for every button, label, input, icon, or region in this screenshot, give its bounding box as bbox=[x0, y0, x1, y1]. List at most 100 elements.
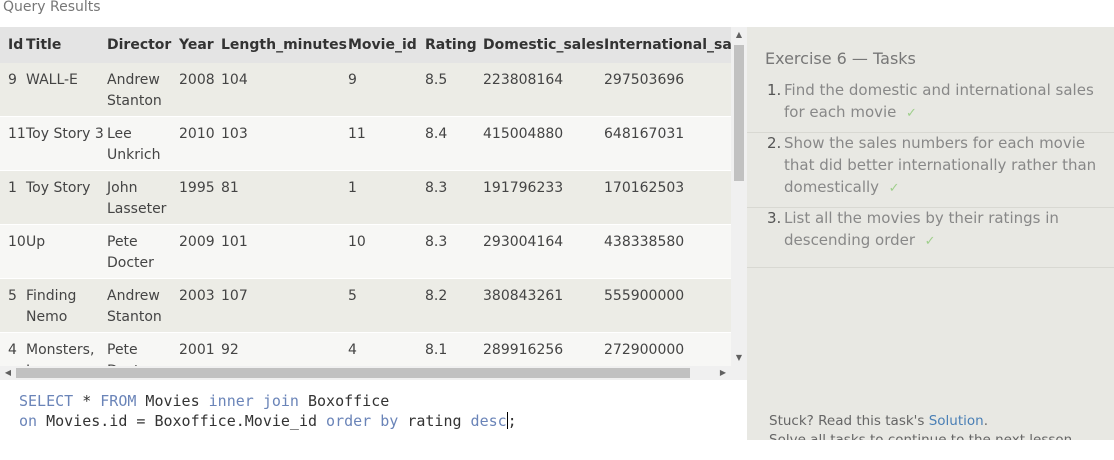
sql-keyword: on bbox=[19, 412, 38, 430]
column-header-domestic-sales: Domestic_sales bbox=[483, 27, 604, 63]
sql-line-1[interactable]: SELECT * FROM Movies inner join Boxoffic… bbox=[19, 391, 389, 411]
task-item: 2. Show the sales numbers for each movie … bbox=[747, 132, 1114, 208]
task-text: List all the movies by their ratings in … bbox=[784, 207, 1104, 253]
column-header-rating: Rating bbox=[425, 27, 483, 63]
task-item: 1. Find the domestic and international sa… bbox=[747, 79, 1114, 133]
table-cell: 8.3 bbox=[425, 224, 483, 279]
table-cell: 8.1 bbox=[425, 332, 483, 366]
table-row: 5 Finding Nemo Andrew Stanton 2003 107 5 8.2 38… bbox=[0, 278, 731, 333]
table-cell: Pete Docter bbox=[107, 224, 179, 279]
column-header-director: Director bbox=[107, 27, 179, 63]
task-number: 1. bbox=[767, 81, 782, 99]
scroll-corner bbox=[731, 366, 747, 380]
table-cell: 103 bbox=[221, 116, 348, 171]
table-cell: 8.5 bbox=[425, 63, 483, 117]
scroll-right-icon[interactable]: ▶ bbox=[717, 366, 729, 380]
table-cell: WALL-E bbox=[26, 63, 107, 117]
results-table-viewport: Id Title Director Year Length_minutes Movie_i… bbox=[0, 27, 731, 366]
vertical-scrollbar[interactable]: ▲ ▼ bbox=[731, 27, 747, 366]
table-cell: 2003 bbox=[179, 278, 221, 333]
sql-keyword: SELECT bbox=[19, 392, 74, 410]
exercise-title: Exercise 6 — Tasks bbox=[765, 49, 916, 68]
column-header-international-sales: International_sales bbox=[604, 27, 731, 63]
table-cell: Toy Story bbox=[26, 170, 107, 225]
column-header-length-minutes: Length_minutes bbox=[221, 27, 348, 63]
table-row: 11 Toy Story 3 Lee Unkrich 2010 103 11 8.4 4150… bbox=[0, 116, 731, 171]
table-cell: 10 bbox=[348, 224, 425, 279]
table-cell: 11 bbox=[348, 116, 425, 171]
table-cell: Up bbox=[26, 224, 107, 279]
sql-text: rating bbox=[398, 412, 471, 430]
table-row: 1 Toy Story John Lasseter 1995 81 1 8.3 1917962… bbox=[0, 170, 731, 225]
sql-text: Boxoffice bbox=[298, 392, 390, 410]
column-header-movie-id: Movie_id bbox=[348, 27, 425, 63]
table-cell: 2009 bbox=[179, 224, 221, 279]
vertical-scroll-thumb[interactable] bbox=[734, 45, 744, 181]
table-row: 10 Up Pete Docter 2009 101 10 8.3 293004164 4383… bbox=[0, 224, 731, 279]
table-cell: 8.4 bbox=[425, 116, 483, 171]
table-cell: 438338580 bbox=[604, 224, 731, 279]
table-cell: 81 bbox=[221, 170, 348, 225]
table-cell: Andrew Stanton bbox=[107, 278, 179, 333]
sql-editor[interactable]: SELECT * FROM Movies inner join Boxoffic… bbox=[0, 380, 747, 440]
table-cell: 104 bbox=[221, 63, 348, 117]
sql-keyword: inner join bbox=[208, 392, 299, 410]
table-row: 4Monsters, Inc.Pete Docter20019248.12899… bbox=[0, 332, 731, 366]
table-cell: 5 bbox=[0, 278, 26, 333]
table-cell: 2010 bbox=[179, 116, 221, 171]
check-icon: ✓ bbox=[888, 181, 900, 196]
column-header-year: Year bbox=[179, 27, 221, 63]
table-cell: 4 bbox=[0, 332, 26, 366]
task-number: 3. bbox=[767, 209, 782, 227]
horizontal-scrollbar[interactable]: ◀ ▶ bbox=[0, 366, 731, 380]
sql-text: Movies.id = Boxoffice.Movie_id bbox=[37, 412, 327, 430]
sql-text: * bbox=[73, 392, 101, 410]
scroll-up-icon[interactable]: ▲ bbox=[734, 29, 744, 41]
table-cell: Toy Story 3 bbox=[26, 116, 107, 171]
table-cell: Monsters, Inc. bbox=[26, 332, 107, 366]
solution-link[interactable]: Solution bbox=[929, 413, 984, 429]
results-table: Id Title Director Year Length_minutes Movie_i… bbox=[0, 27, 731, 366]
table-cell: 648167031 bbox=[604, 116, 731, 171]
column-header-title: Title bbox=[26, 27, 107, 63]
table-cell: 297503696 bbox=[604, 63, 731, 117]
sql-line-2[interactable]: on Movies.id = Boxoffice.Movie_id order … bbox=[19, 411, 517, 431]
scroll-down-icon[interactable]: ▼ bbox=[734, 352, 744, 364]
table-cell: Andrew Stanton bbox=[107, 63, 179, 117]
table-cell: 92 bbox=[221, 332, 348, 366]
sql-text: Movies bbox=[136, 392, 209, 410]
table-cell: 289916256 bbox=[483, 332, 604, 366]
table-cell: 9 bbox=[0, 63, 26, 117]
table-cell: 293004164 bbox=[483, 224, 604, 279]
stuck-hint: Stuck? Read this task's Solution. bbox=[769, 413, 988, 429]
table-cell: 9 bbox=[348, 63, 425, 117]
task-label: Show the sales numbers for each movie th… bbox=[784, 134, 1097, 196]
table-cell: 2001 bbox=[179, 332, 221, 366]
column-header-id: Id bbox=[0, 27, 26, 63]
table-cell: Finding Nemo bbox=[26, 278, 107, 333]
table-cell: 1995 bbox=[179, 170, 221, 225]
table-cell: 4 bbox=[348, 332, 425, 366]
sql-keyword: FROM bbox=[100, 392, 137, 410]
task-text: Find the domestic and international sale… bbox=[784, 79, 1104, 125]
scroll-left-icon[interactable]: ◀ bbox=[2, 366, 14, 380]
horizontal-scroll-thumb[interactable] bbox=[16, 368, 690, 378]
table-cell: Lee Unkrich bbox=[107, 116, 179, 171]
table-cell: 11 bbox=[0, 116, 26, 171]
table-cell: 191796233 bbox=[483, 170, 604, 225]
table-cell: 170162503 bbox=[604, 170, 731, 225]
table-cell: 1 bbox=[0, 170, 26, 225]
table-cell: 107 bbox=[221, 278, 348, 333]
table-cell: 5 bbox=[348, 278, 425, 333]
results-header-row: Id Title Director Year Length_minutes Movie_i… bbox=[0, 27, 731, 63]
results-panel: Id Title Director Year Length_minutes Movie_i… bbox=[0, 27, 747, 440]
table-cell: John Lasseter bbox=[107, 170, 179, 225]
table-cell: 272900000 bbox=[604, 332, 731, 366]
task-label: List all the movies by their ratings in … bbox=[784, 209, 1059, 249]
results-body: 9 WALL-E Andrew Stanton 2008 104 9 8.5 22380816… bbox=[0, 63, 731, 366]
task-label: Find the domestic and international sale… bbox=[784, 81, 1094, 121]
check-icon: ✓ bbox=[905, 106, 917, 121]
table-cell: 101 bbox=[221, 224, 348, 279]
table-cell: 380843261 bbox=[483, 278, 604, 333]
table-cell: 10 bbox=[0, 224, 26, 279]
